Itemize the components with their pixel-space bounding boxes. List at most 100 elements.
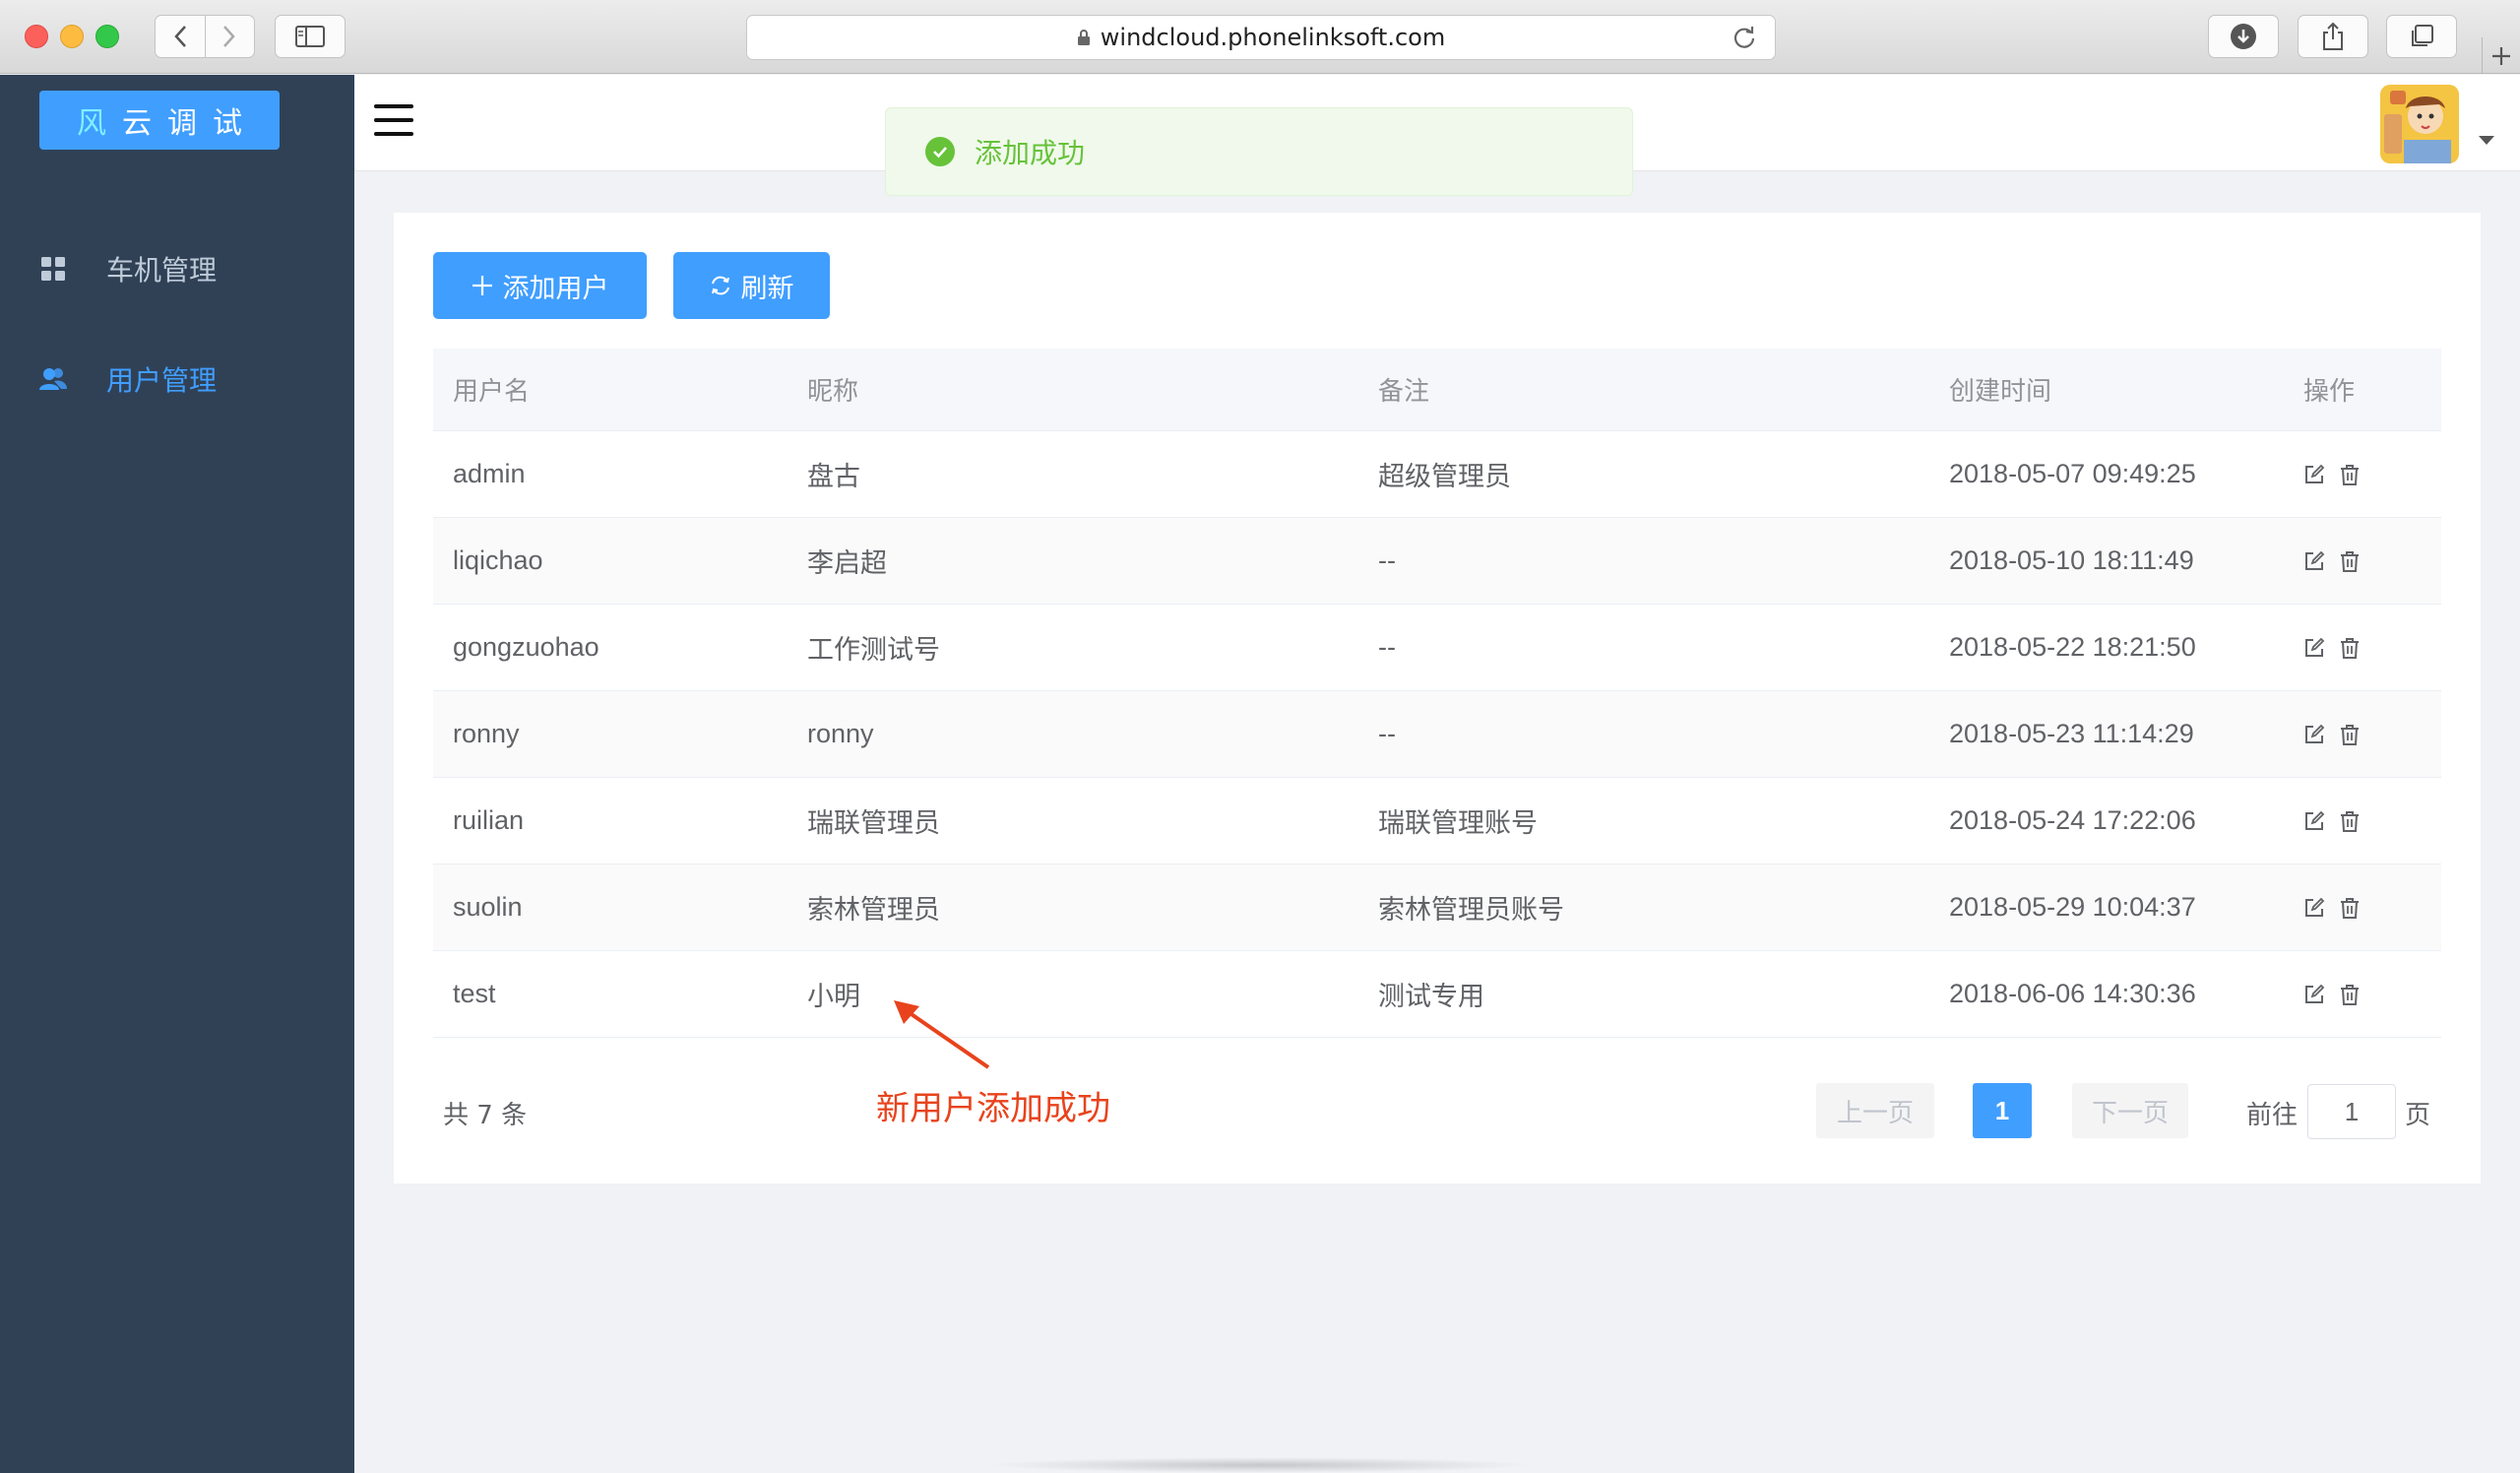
close-window-button[interactable] [25, 25, 48, 48]
edit-icon[interactable] [2303, 636, 2325, 660]
cell-actions [2284, 809, 2441, 833]
tabs-overview-button[interactable] [2386, 15, 2457, 58]
column-header-actions: 操作 [2303, 377, 2356, 407]
hamburger-menu-icon[interactable] [374, 104, 413, 136]
delete-icon[interactable] [2339, 723, 2361, 746]
annotation-text: 新用户添加成功 [876, 1089, 1110, 1128]
edit-icon[interactable] [2303, 983, 2325, 1006]
chevron-right-icon [223, 26, 235, 47]
edit-icon[interactable] [2303, 549, 2325, 573]
cell-username: liqichao [453, 545, 543, 575]
delete-icon[interactable] [2339, 549, 2361, 573]
table-row: test 小明 测试专用 2018-06-06 14:30:36 [433, 951, 2441, 1038]
goto-label: 前往 [2246, 1101, 2299, 1130]
sidebar-item-users[interactable]: 用户管理 [0, 340, 354, 418]
column-header-username: 用户名 [453, 377, 531, 407]
next-page-button[interactable]: 下一页 [2072, 1083, 2188, 1138]
refresh-button[interactable]: 刷新 [673, 252, 830, 319]
table-body: admin 盘古 超级管理员 2018-05-07 09:49:25 liqic… [433, 431, 2441, 1038]
delete-icon[interactable] [2339, 809, 2361, 833]
cell-actions [2284, 723, 2441, 746]
check-circle-icon [925, 137, 955, 166]
refresh-icon [710, 275, 731, 296]
reload-icon[interactable] [1732, 25, 1757, 50]
caret-down-icon[interactable] [2479, 136, 2494, 145]
new-tab-button[interactable] [2482, 37, 2520, 74]
forward-button[interactable] [204, 16, 255, 57]
cell-actions [2284, 983, 2441, 1006]
edit-icon[interactable] [2303, 463, 2325, 486]
tabs-icon [2412, 25, 2433, 46]
column-header-created: 创建时间 [1949, 377, 2052, 407]
cell-nickname: 索林管理员 [807, 895, 940, 925]
back-button[interactable] [156, 16, 205, 57]
cell-note: 测试专用 [1378, 982, 1484, 1011]
plus-icon [2492, 46, 2510, 65]
edit-icon[interactable] [2303, 723, 2325, 746]
column-header-nickname: 昵称 [807, 377, 859, 407]
download-icon [2231, 24, 2256, 49]
user-table: 用户名 昵称 备注 创建时间 操作 admin 盘古 超级管理员 2018-05… [433, 349, 2441, 1038]
url-text: windcloud.phonelinksoft.com [1100, 24, 1446, 51]
cell-nickname: 李启超 [807, 548, 887, 578]
brand-logo[interactable]: 风云调试 [39, 91, 280, 150]
table-row: admin 盘古 超级管理员 2018-05-07 09:49:25 [433, 431, 2441, 518]
cell-username: test [453, 979, 496, 1008]
minimize-window-button[interactable] [60, 25, 84, 48]
user-list-card: 添加用户 刷新 用户名 昵称 备注 创建时间 操作 admin 盘古 超级管理员… [394, 213, 2481, 1184]
delete-icon[interactable] [2339, 983, 2361, 1006]
delete-icon[interactable] [2339, 636, 2361, 660]
plus-icon [472, 275, 493, 296]
refresh-label: 刷新 [740, 273, 794, 304]
cell-nickname: ronny [807, 719, 874, 748]
total-count: 共 7 条 [443, 1101, 528, 1130]
cell-username: suolin [453, 892, 523, 922]
cell-nickname: 盘古 [807, 462, 860, 491]
cell-created: 2018-05-29 10:04:37 [1949, 892, 2196, 922]
cell-note: -- [1378, 632, 1396, 662]
browser-titlebar: windcloud.phonelinksoft.com [0, 0, 2520, 74]
cell-note: -- [1378, 719, 1396, 748]
cell-username: admin [453, 459, 526, 488]
success-toast: 添加成功 [885, 107, 1633, 196]
zoom-window-button[interactable] [95, 25, 119, 48]
users-icon [39, 365, 67, 393]
cell-note: 瑞联管理账号 [1378, 808, 1538, 838]
delete-icon[interactable] [2339, 463, 2361, 486]
sidebar-item-devices[interactable]: 车机管理 [0, 229, 354, 308]
brand-char: 调 [167, 106, 213, 141]
sidebar-item-label: 车机管理 [106, 254, 218, 287]
cell-note: 索林管理员账号 [1378, 895, 1564, 925]
cell-username: ruilian [453, 805, 525, 835]
brand-char: 云 [122, 106, 167, 141]
sidebar-toggle-button[interactable] [275, 15, 346, 58]
prev-page-button[interactable]: 上一页 [1816, 1083, 1934, 1138]
cell-username: gongzuohao [453, 632, 599, 662]
add-user-label: 添加用户 [502, 273, 609, 304]
share-button[interactable] [2298, 15, 2368, 58]
table-row: gongzuohao 工作测试号 -- 2018-05-22 18:21:50 [433, 605, 2441, 691]
address-bar[interactable]: windcloud.phonelinksoft.com [746, 15, 1776, 60]
add-user-button[interactable]: 添加用户 [433, 252, 647, 319]
lock-icon [1077, 30, 1090, 45]
cell-created: 2018-05-23 11:14:29 [1949, 719, 2194, 748]
cell-created: 2018-05-22 18:21:50 [1949, 632, 2196, 662]
user-avatar[interactable] [2380, 85, 2459, 163]
goto-unit-label: 页 [2405, 1101, 2431, 1130]
delete-icon[interactable] [2339, 896, 2361, 920]
goto-page-input[interactable] [2307, 1084, 2396, 1139]
toast-message: 添加成功 [975, 137, 1086, 169]
annotation-arrow-icon [894, 1000, 990, 1069]
edit-icon[interactable] [2303, 809, 2325, 833]
column-header-note: 备注 [1378, 377, 1430, 407]
edit-icon[interactable] [2303, 896, 2325, 920]
cell-actions [2284, 896, 2441, 920]
cell-actions [2284, 636, 2441, 660]
cell-created: 2018-05-24 17:22:06 [1949, 805, 2196, 835]
page-number-current[interactable]: 1 [1973, 1083, 2032, 1138]
cell-created: 2018-05-10 18:11:49 [1949, 545, 2194, 575]
cell-note: 超级管理员 [1378, 462, 1511, 491]
downloads-button[interactable] [2208, 15, 2279, 58]
table-row: ruilian 瑞联管理员 瑞联管理账号 2018-05-24 17:22:06 [433, 778, 2441, 865]
sidebar-icon [295, 26, 325, 47]
